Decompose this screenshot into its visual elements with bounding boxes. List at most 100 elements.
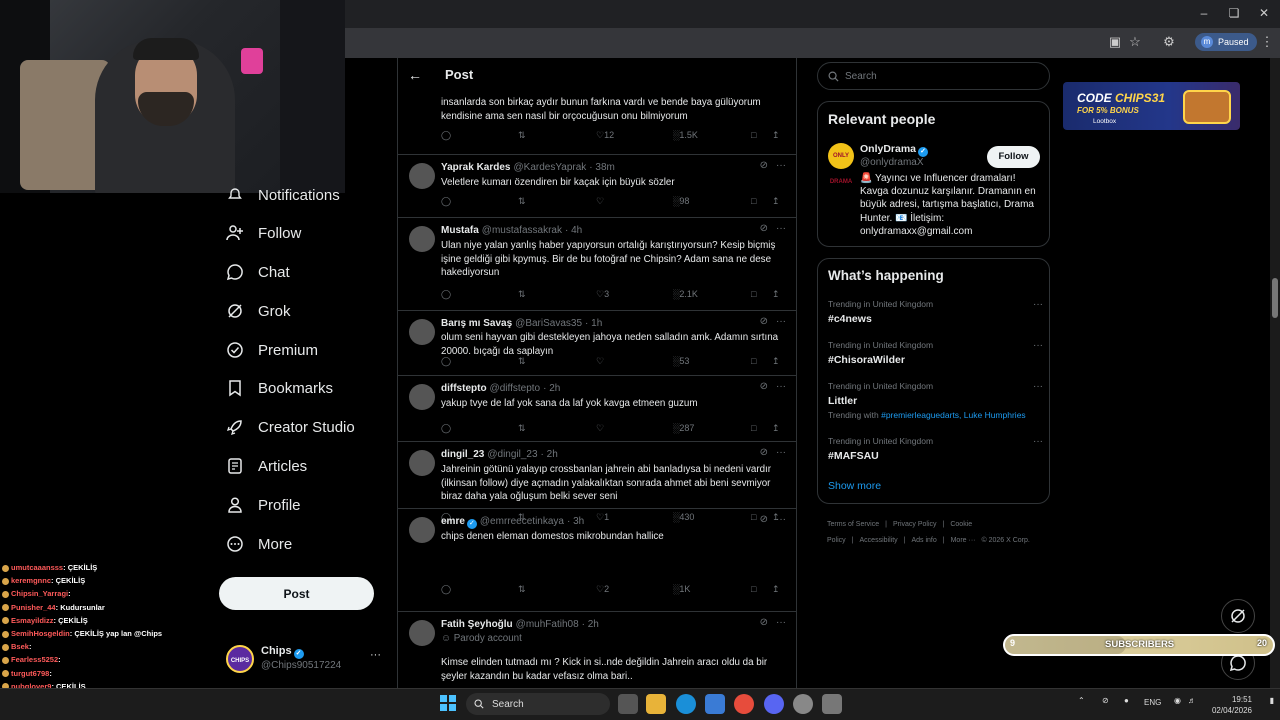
extensions-icon[interactable]: ⚙ [1160,34,1178,52]
scrollbar-thumb[interactable] [1272,278,1278,318]
star-icon[interactable]: ☆ [1126,34,1144,52]
taskbar-clock[interactable]: 19:51 02/04/2026 [1212,694,1252,716]
retweet-icon[interactable]: ⇅ [518,196,526,207]
retweet-icon[interactable]: ⇅ [518,584,526,595]
trend-item[interactable]: Trending in United Kingdom #ChisoraWilde… [828,340,1043,366]
tweet-author[interactable]: diffstepto [441,383,487,394]
tweet-author[interactable]: Mustafa [441,225,479,236]
grok-fab[interactable] [1221,599,1255,633]
microphone-icon[interactable]: ● [1124,696,1129,705]
minimize-icon[interactable]: – [1195,6,1213,22]
task-view-icon[interactable] [618,694,638,714]
nav-grok[interactable]: Grok [226,296,291,326]
tweet-handle[interactable]: @KardesYaprak [514,162,587,173]
windows-start-icon[interactable] [440,695,456,711]
tweet-handle[interactable]: @diffstepto [490,383,541,394]
network-off-icon[interactable]: ⊘ [1102,696,1109,705]
tweet-handle[interactable]: @mustafassakrak [482,225,562,236]
post-button[interactable]: Post [219,577,374,610]
chrome-icon[interactable] [734,694,754,714]
share-icon[interactable]: ↥ [772,289,780,300]
views-button[interactable]: ░ 1.5K [673,130,698,140]
chevron-up-icon[interactable]: ⌃ [1078,696,1085,705]
account-switcher[interactable]: CHIPS Chips ✓ @Chips90517224 ··· [226,643,386,677]
volume-icon[interactable]: ♬ [1188,696,1196,705]
footer-link[interactable]: More ··· [951,537,976,544]
nav-articles[interactable]: Articles [226,451,307,481]
more-dots-icon[interactable]: ··· [1033,340,1043,351]
avatar[interactable] [409,384,435,410]
avatar[interactable] [409,517,435,543]
share-icon[interactable]: ↥ [772,356,780,367]
tweet[interactable]: dingil_23 @dingil_23 · 2h ⊘ ··· Jahreinin göt… [398,442,796,522]
bookmark-icon[interactable]: □ [751,130,756,140]
more-dots-icon[interactable]: ··· [776,316,786,327]
footer-link[interactable]: Privacy Policy [893,521,937,528]
retweet-icon[interactable]: ⇅ [518,289,526,300]
bookmark-icon[interactable]: □ [751,289,756,299]
avatar[interactable] [409,319,435,345]
grok-icon[interactable]: ⊘ [760,223,768,234]
lootbox-promo-banner[interactable]: CODE CHIPS31 FOR 5% BONUS Lootbox [1063,82,1240,130]
views-button[interactable]: ░ 1K [673,584,690,594]
tweet[interactable]: Fatih Şeyhoğlu @muhFatih08 · 2h ⊘ ··· ☺ Parod… [398,612,796,688]
nav-more[interactable]: More [226,529,292,559]
more-dots-icon[interactable]: ··· [1033,436,1043,447]
bookmark-icon[interactable]: □ [751,196,756,206]
tweet-author[interactable]: Barış mı Savaş [441,318,512,329]
grok-icon[interactable]: ⊘ [760,381,768,392]
reply-icon[interactable]: ◯ [441,130,451,141]
trend-item[interactable]: Trending in United Kingdom Littler Trend… [828,381,1043,420]
views-button[interactable]: ░ 287 [673,423,694,433]
reply-icon[interactable]: ◯ [441,584,451,595]
footer-link[interactable]: © 2026 X Corp. [981,537,1029,544]
like-button[interactable]: ♡ 12 [596,130,614,141]
relevant-handle[interactable]: @onlydramaX [860,157,924,168]
like-button[interactable]: ♡ [596,423,604,434]
grok-icon[interactable]: ⊘ [760,160,768,171]
more-dots-icon[interactable]: ··· [1033,299,1043,310]
share-icon[interactable]: ↥ [772,584,780,595]
browser-profile-button[interactable]: m Paused [1195,33,1257,51]
bookmark-icon[interactable]: □ [751,584,756,594]
taskbar-search[interactable]: Search [466,693,610,715]
views-button[interactable]: ░ 2.1K [673,289,698,299]
tweet-author[interactable]: Yaprak Kardes [441,162,511,173]
share-icon[interactable]: ↥ [772,196,780,207]
nav-premium[interactable]: Premium [226,335,318,365]
language-indicator[interactable]: ENG [1144,698,1161,707]
tweet-handle[interactable]: @dingil_23 [487,449,537,460]
more-dots-icon[interactable]: ··· [776,160,786,171]
edge-icon[interactable] [676,694,696,714]
tweet-handle[interactable]: @emrreecetinkaya [480,516,564,527]
avatar[interactable] [409,620,435,646]
more-dots-icon[interactable]: ··· [776,617,786,628]
cast-icon[interactable]: ▣ [1106,34,1124,52]
tweet[interactable]: insanlarda son birkaç aydır bunun farkın… [398,86,796,155]
like-button[interactable]: ♡ [596,196,604,207]
relevant-name[interactable]: OnlyDrama ✓ [860,143,929,157]
like-button[interactable]: ♡ 3 [596,289,609,300]
page-scrollbar[interactable] [1270,58,1280,688]
tweet-handle[interactable]: @muhFatih08 [516,619,579,630]
more-dots-icon[interactable]: ··· [370,649,381,661]
avatar[interactable] [409,450,435,476]
back-arrow-icon[interactable]: ← [408,67,422,83]
tweet-handle[interactable]: @BariSavas35 [515,318,582,329]
trend-item[interactable]: Trending in United Kingdom #c4news ··· [828,299,1043,325]
search-input[interactable]: Search [817,62,1050,90]
tweet[interactable]: Yaprak Kardes @KardesYaprak · 38m ⊘ ··· Velet… [398,155,796,218]
trend-item[interactable]: Trending in United Kingdom #MAFSAU ··· [828,436,1043,462]
avatar[interactable] [409,226,435,252]
grok-icon[interactable]: ⊘ [760,316,768,327]
more-dots-icon[interactable]: ··· [776,223,786,234]
bookmark-icon[interactable]: □ [751,423,756,433]
show-more-link[interactable]: Show more [828,480,881,492]
nav-creator-studio[interactable]: Creator Studio [226,412,355,442]
reply-icon[interactable]: ◯ [441,423,451,434]
file-explorer-icon[interactable] [646,694,666,714]
maximize-icon[interactable]: ❏ [1225,6,1243,22]
nav-profile[interactable]: Profile [226,490,301,520]
obs-icon[interactable] [793,694,813,714]
nav-bookmarks[interactable]: Bookmarks [226,373,333,403]
